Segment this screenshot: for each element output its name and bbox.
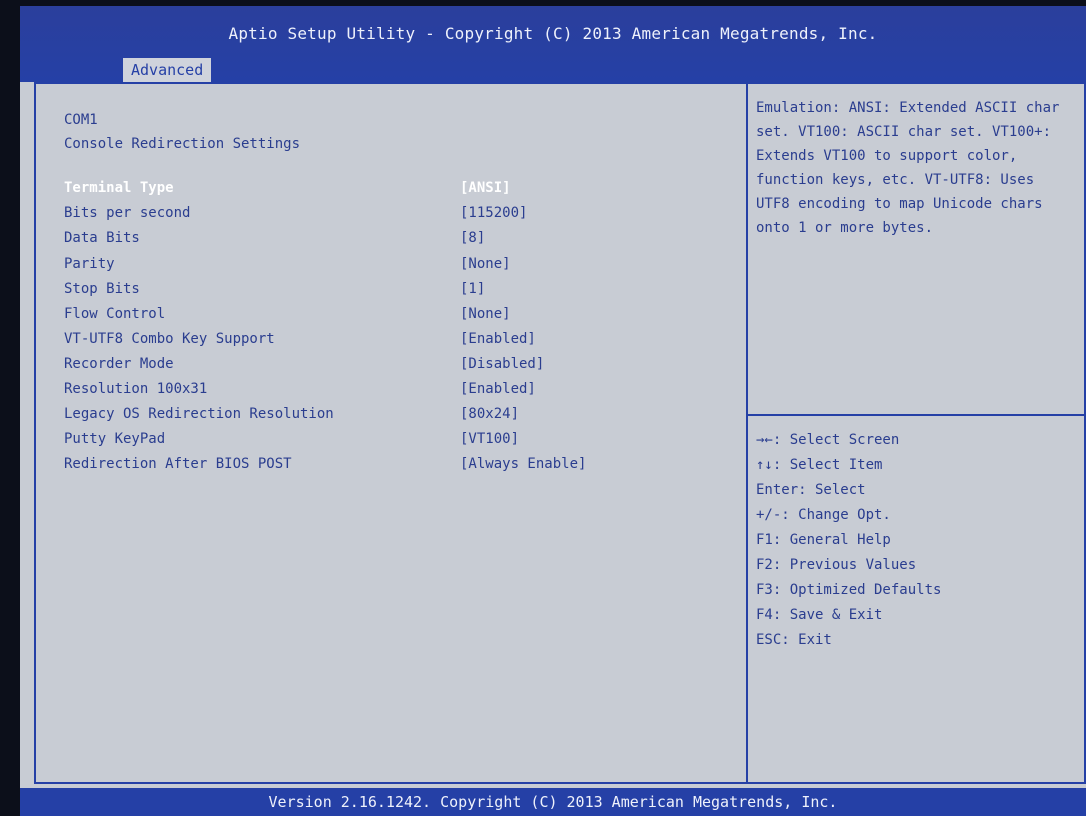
- setting-putty-keypad[interactable]: Putty KeyPad [VT100]: [64, 431, 744, 453]
- key-hint-enter: Enter: Select: [756, 482, 866, 498]
- key-hint-general-help: F1: General Help: [756, 532, 891, 548]
- setting-label: Parity: [64, 256, 115, 272]
- setting-terminal-type[interactable]: Terminal Type [ANSI]: [64, 180, 744, 202]
- footer-bar: Version 2.16.1242. Copyright (C) 2013 Am…: [20, 788, 1086, 816]
- help-description: Emulation: ANSI: Extended ASCII char set…: [756, 100, 1060, 236]
- setting-label: Terminal Type: [64, 180, 174, 196]
- setting-flow-control[interactable]: Flow Control [None]: [64, 306, 744, 328]
- setting-value[interactable]: [ANSI]: [460, 180, 511, 196]
- key-hint-previous-values: F2: Previous Values: [756, 557, 917, 573]
- setting-stop-bits[interactable]: Stop Bits [1]: [64, 281, 744, 303]
- setting-parity[interactable]: Parity [None]: [64, 256, 744, 278]
- setting-value[interactable]: [Always Enable]: [460, 456, 586, 472]
- setting-label: Stop Bits: [64, 281, 140, 297]
- setting-legacy-os-redirection[interactable]: Legacy OS Redirection Resolution [80x24]: [64, 406, 744, 428]
- bios-screen: Aptio Setup Utility - Copyright (C) 2013…: [20, 6, 1086, 816]
- key-hint-select-screen: →←: Select Screen: [756, 432, 900, 448]
- setting-value[interactable]: [None]: [460, 256, 511, 272]
- setting-label: VT-UTF8 Combo Key Support: [64, 331, 275, 347]
- setting-data-bits[interactable]: Data Bits [8]: [64, 230, 744, 252]
- key-hint-optimized-defaults: F3: Optimized Defaults: [756, 582, 942, 598]
- setting-value[interactable]: [1]: [460, 281, 485, 297]
- setting-value[interactable]: [8]: [460, 230, 485, 246]
- setting-label: Bits per second: [64, 205, 191, 221]
- setting-vt-utf8-combo-key[interactable]: VT-UTF8 Combo Key Support [Enabled]: [64, 331, 744, 353]
- setting-value[interactable]: [Disabled]: [460, 356, 544, 372]
- setting-label: Resolution 100x31: [64, 381, 208, 397]
- key-hint-save-exit: F4: Save & Exit: [756, 607, 883, 623]
- setting-bits-per-second[interactable]: Bits per second [115200]: [64, 205, 744, 227]
- setting-label: Recorder Mode: [64, 356, 174, 372]
- setting-label: Data Bits: [64, 230, 140, 246]
- header-title: Aptio Setup Utility - Copyright (C) 2013…: [228, 24, 878, 43]
- key-hint-select-item: ↑↓: Select Item: [756, 457, 883, 473]
- setting-label: Putty KeyPad: [64, 431, 166, 447]
- setting-resolution-100x31[interactable]: Resolution 100x31 [Enabled]: [64, 381, 744, 403]
- help-panel: Emulation: ANSI: Extended ASCII char set…: [748, 82, 1086, 784]
- setting-value[interactable]: [115200]: [460, 205, 527, 221]
- setting-value[interactable]: [None]: [460, 306, 511, 322]
- setting-redirection-after-post[interactable]: Redirection After BIOS POST [Always Enab…: [64, 456, 744, 478]
- setting-recorder-mode[interactable]: Recorder Mode [Disabled]: [64, 356, 744, 378]
- setting-label: Flow Control: [64, 306, 166, 322]
- setting-value[interactable]: [VT100]: [460, 431, 519, 447]
- tab-advanced[interactable]: Advanced: [123, 58, 212, 82]
- header-bar: Aptio Setup Utility - Copyright (C) 2013…: [20, 6, 1086, 82]
- key-hint-exit: ESC: Exit: [756, 632, 832, 648]
- section-title: COM1: [64, 112, 98, 128]
- help-divider: [748, 414, 1084, 416]
- setting-value[interactable]: [Enabled]: [460, 381, 536, 397]
- setting-label: Legacy OS Redirection Resolution: [64, 406, 334, 422]
- section-subtitle: Console Redirection Settings: [64, 136, 301, 152]
- setting-value[interactable]: [80x24]: [460, 406, 519, 422]
- setting-value[interactable]: [Enabled]: [460, 331, 536, 347]
- key-hint-change-opt: +/-: Change Opt.: [756, 507, 891, 523]
- settings-panel: COM1 Console Redirection Settings Termin…: [34, 82, 748, 784]
- setting-label: Redirection After BIOS POST: [64, 456, 292, 472]
